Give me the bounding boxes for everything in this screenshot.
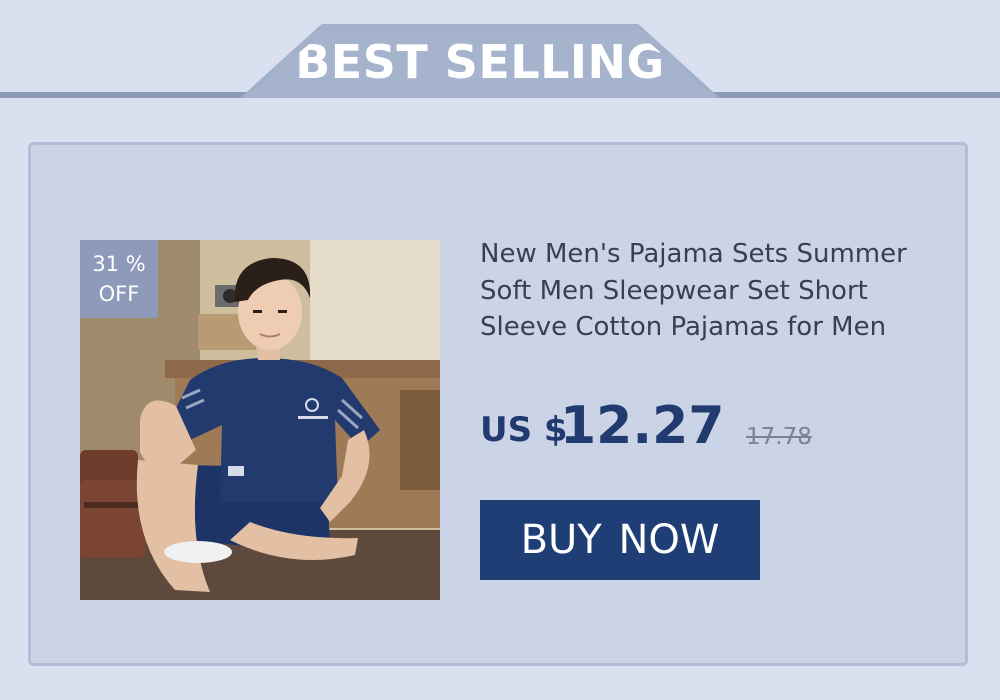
original-price: 17.78 <box>746 424 812 450</box>
sale-price: 12.27 <box>560 396 725 456</box>
header-badge: BEST SELLING <box>246 30 714 98</box>
product-title-line: Sleeve Cotton Pajamas for Men <box>480 312 887 342</box>
section-title: BEST SELLING <box>295 35 665 89</box>
product-title-line: New Men's Pajama Sets Summer <box>480 239 907 269</box>
discount-badge: 31 % OFF <box>80 240 158 318</box>
buy-now-button[interactable]: BUY NOW <box>480 500 760 580</box>
product-title-line: Soft Men Sleepwear Set Short <box>480 275 868 306</box>
discount-percent: 31 % <box>92 252 146 276</box>
discount-label: OFF <box>98 282 140 306</box>
currency-label: US $ <box>480 410 568 450</box>
product-title[interactable]: New Men's Pajama Sets Summer Soft Men Sl… <box>480 236 950 346</box>
